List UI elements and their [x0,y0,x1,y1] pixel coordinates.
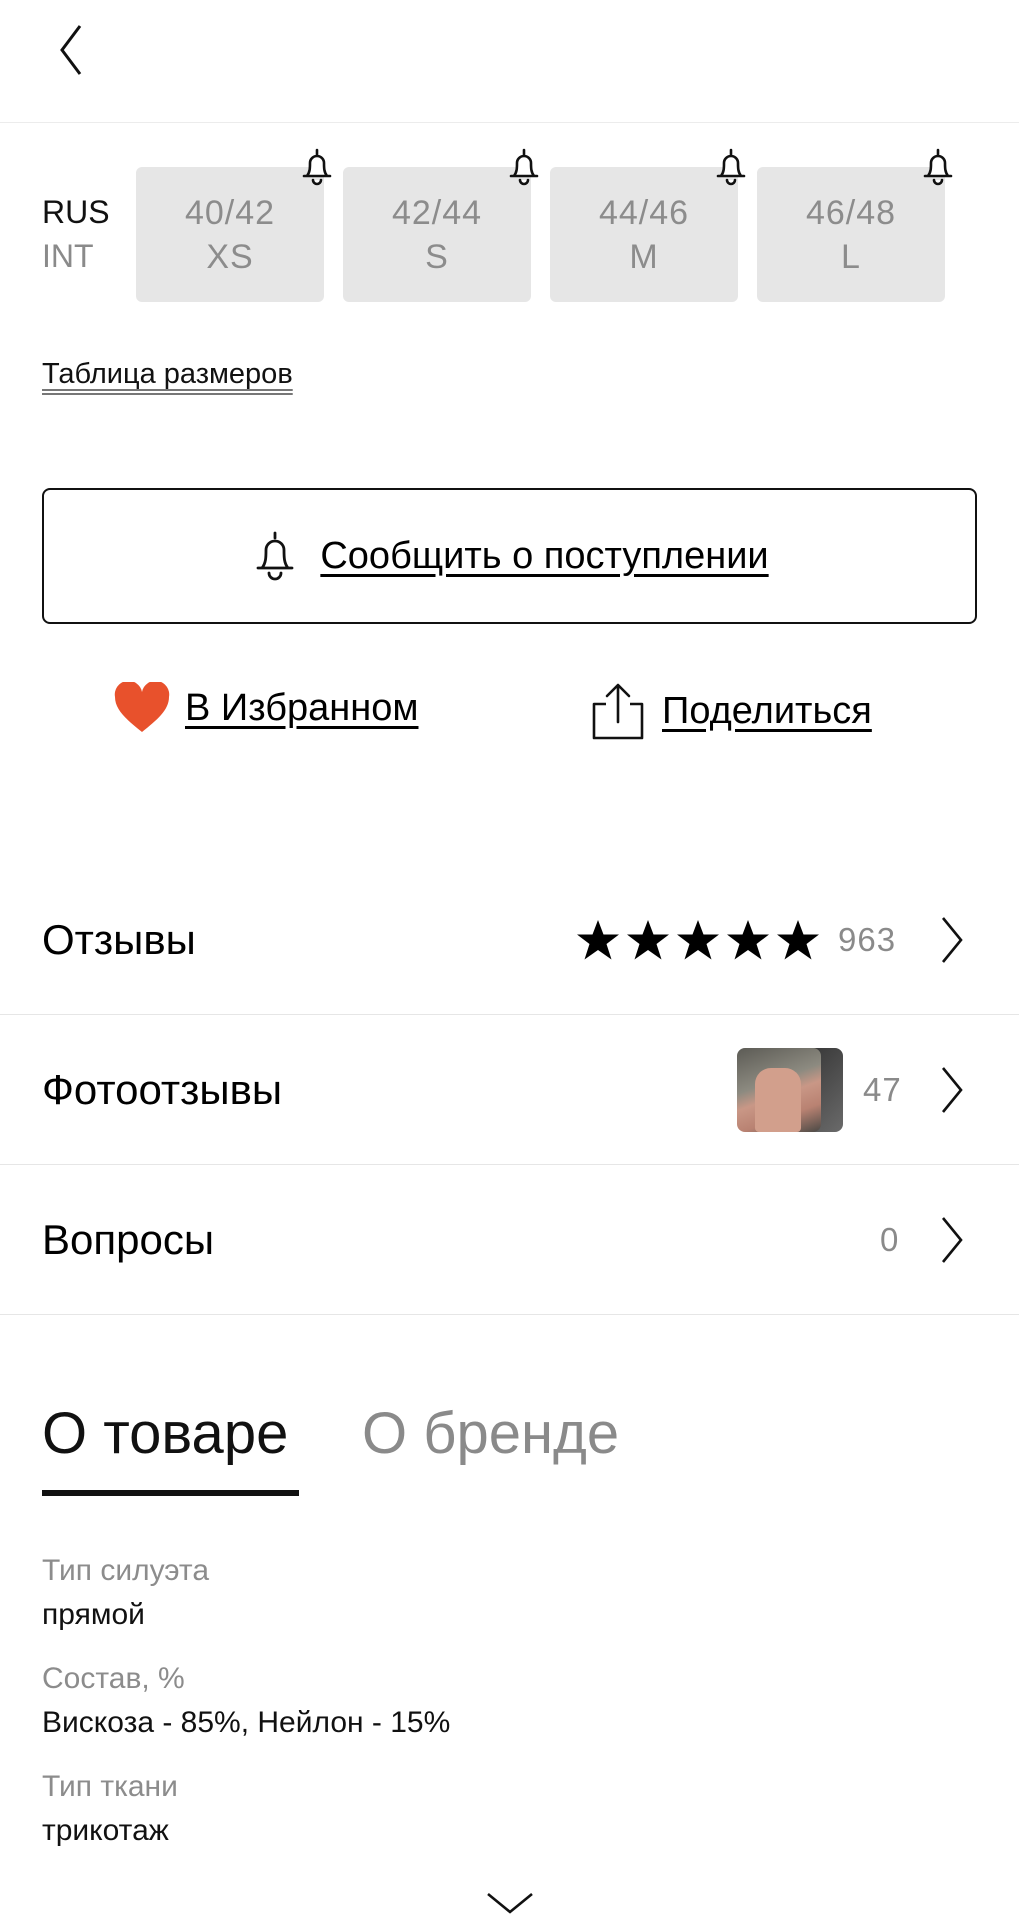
size-int-value: XS [206,237,254,276]
spec-value: прямой [42,1598,145,1631]
photo-thumbnail [737,1047,821,1132]
bell-icon [923,148,953,186]
top-bar [0,0,1019,123]
star-icon [627,919,669,959]
size-option-xs[interactable]: 40/42 XS [136,167,324,302]
favorite-label: В Избранном [185,686,419,729]
size-system-int: INT [42,238,94,274]
size-option-l[interactable]: 46/48 L [757,167,945,302]
share-label: Поделиться [662,689,872,732]
size-int-value: M [629,237,659,276]
back-button[interactable] [52,22,92,78]
share-icon [592,683,644,740]
tab-about-product[interactable]: О товаре [42,1400,288,1467]
size-system-labels: RUS INT [42,190,132,278]
bell-icon [256,531,294,581]
chevron-right-icon [941,916,963,963]
bell-icon [509,148,539,186]
active-tab-indicator [42,1490,299,1496]
star-icon [577,919,619,959]
size-int-value: L [841,237,861,276]
bell-icon [716,148,746,186]
tab-about-brand[interactable]: О бренде [362,1400,619,1467]
spec-label: Состав, % [42,1662,185,1695]
size-rus-value: 44/46 [598,193,690,232]
chevron-right-icon [941,1066,963,1113]
reviews-title: Отзывы [42,915,196,963]
photo-reviews-count: 47 [863,1070,902,1108]
size-system-rus: RUS [42,194,110,230]
notify-arrival-label: Сообщить о поступлении [320,534,769,577]
star-icon [727,919,769,959]
photo-reviews-row[interactable]: Фотоотзывы 47 [0,1015,1019,1165]
spec-value: трикотаж [42,1814,169,1847]
spec-label: Тип ткани [42,1770,178,1803]
chevron-down-icon[interactable] [484,1890,536,1918]
heart-icon [114,682,170,732]
star-icon [677,919,719,959]
star-icon [777,919,819,959]
rating-stars [576,919,820,961]
favorite-button[interactable]: В Избранном [113,682,418,734]
size-table-link[interactable]: Таблица размеров [42,358,293,391]
size-rus-value: 40/42 [184,193,276,232]
notify-arrival-button[interactable]: Сообщить о поступлении [42,488,977,624]
spec-value: Вискоза - 85%, Нейлон - 15% [42,1706,451,1739]
questions-row[interactable]: Вопросы 0 [0,1165,1019,1315]
bell-icon [302,148,332,186]
photo-review-thumbnails [737,1047,843,1132]
chevron-right-icon [941,1216,963,1263]
size-rus-value: 46/48 [805,193,897,232]
size-option-s[interactable]: 42/44 S [343,167,531,302]
spec-label: Тип силуэта [42,1554,210,1587]
size-option-m[interactable]: 44/46 M [550,167,738,302]
photo-reviews-title: Фотоотзывы [42,1065,283,1113]
chevron-left-icon [60,25,82,75]
reviews-count: 963 [838,920,897,958]
reviews-row[interactable]: Отзывы 963 [0,865,1019,1015]
questions-count: 0 [880,1220,900,1258]
questions-title: Вопросы [42,1215,215,1263]
size-rus-value: 42/44 [391,193,483,232]
share-button[interactable]: Поделиться [590,682,872,740]
size-int-value: S [425,237,449,276]
